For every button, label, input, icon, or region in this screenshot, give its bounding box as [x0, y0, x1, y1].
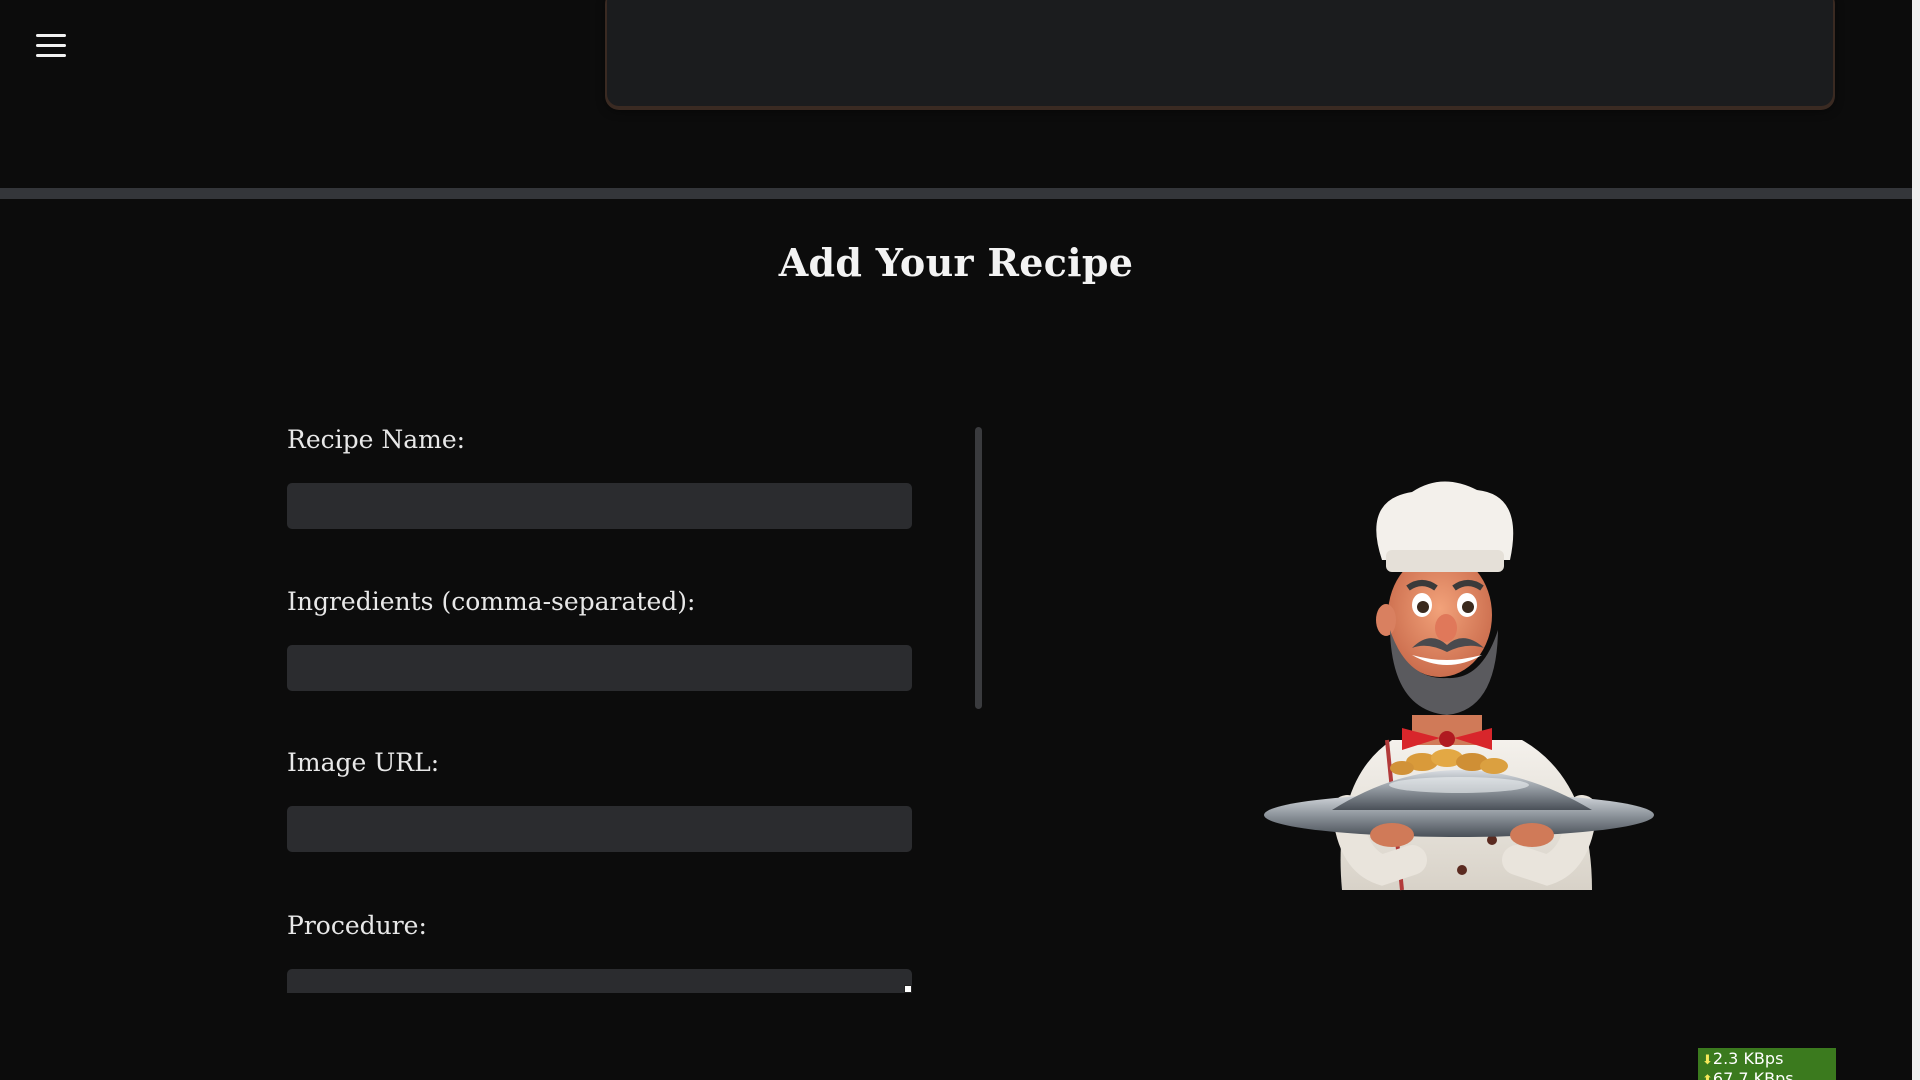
menu-line [36, 34, 66, 37]
top-card-panel [607, 0, 1833, 106]
hamburger-menu-icon[interactable] [36, 34, 66, 60]
image-url-input[interactable] [287, 806, 912, 852]
upload-speed: 67.7 KBps [1712, 1069, 1794, 1080]
recipe-name-input[interactable] [287, 483, 912, 529]
chef-illustration [1262, 480, 1656, 912]
menu-line [36, 54, 66, 57]
chef-icon [1264, 481, 1654, 891]
vertical-divider [975, 427, 982, 709]
download-speed-row: ⬇2.3 KBps [1702, 1050, 1836, 1070]
menu-line [36, 44, 66, 47]
window-edge [1912, 0, 1920, 1080]
page: Add Your Recipe Recipe Name: Ingredients… [0, 0, 1920, 1080]
procedure-textarea[interactable] [287, 969, 912, 993]
section-divider [0, 188, 1912, 199]
download-arrow-icon: ⬇ [1702, 1053, 1713, 1068]
upload-arrow-icon: ⬆ [1702, 1073, 1713, 1080]
procedure-label: Procedure: [287, 911, 427, 940]
ingredients-label: Ingredients (comma-separated): [287, 587, 696, 616]
resize-handle-icon[interactable] [904, 985, 912, 993]
recipe-name-label: Recipe Name: [287, 425, 466, 454]
upload-speed-row: ⬆67.7 KBps [1702, 1070, 1836, 1080]
page-title: Add Your Recipe [778, 240, 1134, 285]
ingredients-input[interactable] [287, 645, 912, 691]
network-speed-meter: ⬇2.3 KBps ⬆67.7 KBps [1698, 1048, 1836, 1080]
download-speed: 2.3 KBps [1712, 1049, 1784, 1068]
image-url-label: Image URL: [287, 748, 440, 777]
